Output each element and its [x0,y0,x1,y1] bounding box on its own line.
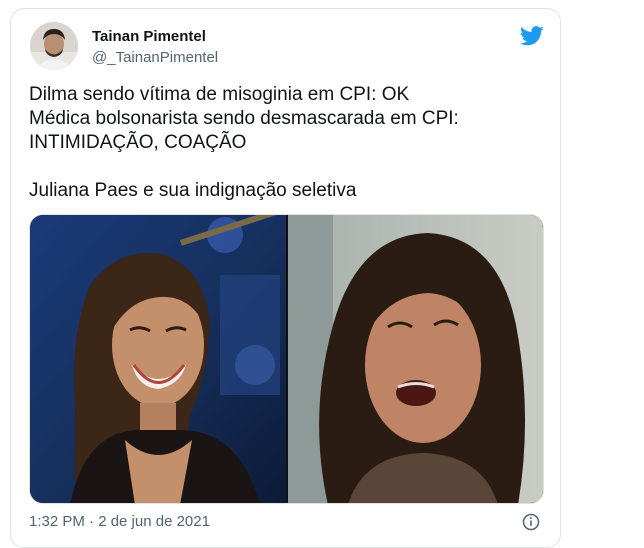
author-name[interactable]: Tainan Pimentel [92,28,206,45]
info-icon[interactable] [522,513,540,531]
crying-woman-photo[interactable] [288,215,543,503]
author-handle[interactable]: @_TainanPimentel [92,49,218,66]
tweet-line-5: Juliana Paes e sua indignação seletiva [29,180,357,201]
twitter-bird-icon[interactable] [519,26,544,46]
tweet-line-4 [29,155,549,179]
tweet-line-3: INTIMIDAÇÃO, COAÇÃO [29,132,247,153]
tweet-line-1: Dilma sendo vítima de misoginia em CPI: … [29,84,410,105]
tweet-card[interactable]: Tainan Pimentel @_TainanPimentel Dilma s… [10,8,561,548]
tweet-timestamp[interactable]: 1:32 PM · 2 de jun de 2021 [29,513,210,530]
smiling-woman-photo[interactable] [30,215,287,503]
tweet-media[interactable] [29,214,544,504]
avatar[interactable] [30,22,78,70]
tweet-line-2: Médica bolsonarista sendo desmascarada e… [29,108,459,129]
tweet-text: Dilma sendo vítima de misoginia em CPI: … [29,83,549,203]
